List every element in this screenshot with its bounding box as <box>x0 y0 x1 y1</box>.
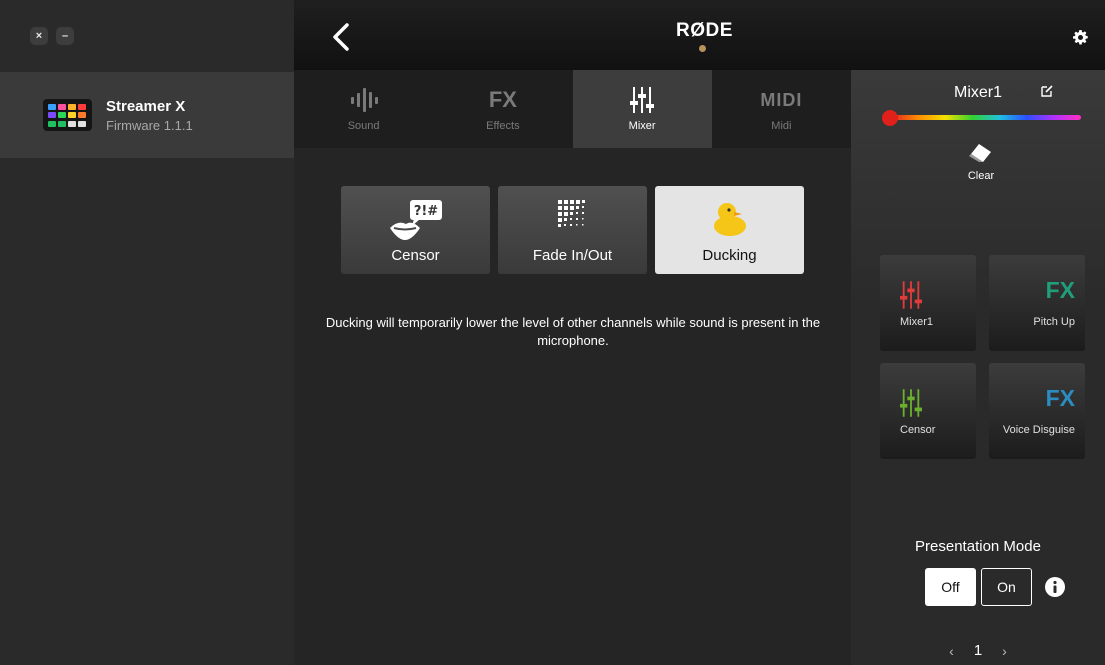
top-header: RØDE <box>294 0 1105 70</box>
edit-icon[interactable] <box>1040 84 1054 98</box>
rode-logo: RØDE <box>676 20 733 41</box>
fx-icon: FX <box>1045 277 1075 303</box>
fade-in-out-label: Fade In/Out <box>532 247 613 264</box>
fade-in-out-button[interactable]: Fade In/Out <box>498 186 647 274</box>
pad-name-title: Mixer1 <box>953 84 1002 101</box>
streamer-device-icon <box>43 99 92 131</box>
fx-icon: FX <box>488 87 517 112</box>
pad-censor[interactable]: Censor <box>880 363 976 459</box>
pad-voice-disguise[interactable]: FX Voice Disguise <box>989 363 1085 459</box>
tab-sound[interactable]: Sound <box>294 70 433 148</box>
minimize-window-button[interactable]: – <box>56 27 74 45</box>
color-slider-handle[interactable] <box>882 110 898 126</box>
presentation-mode-title: Presentation Mode <box>915 538 1041 555</box>
tab-midi-label: Midi <box>771 120 792 132</box>
logo-dot <box>699 45 706 52</box>
pad-config-panel: Mixer1 Clear Mixer1 FX Pitch Up Censor F… <box>851 70 1105 665</box>
mixer-effect-options: ?!# Censor Fade In/Out Ducking <box>341 186 804 274</box>
clear-label: Clear <box>967 170 995 182</box>
midi-icon: MIDI <box>760 89 803 110</box>
pad-pitch-up-label: Pitch Up <box>1033 316 1075 328</box>
back-chevron-icon[interactable] <box>329 22 353 52</box>
pad-voice-disguise-label: Voice Disguise <box>1002 424 1075 436</box>
device-firmware: Firmware 1.1.1 <box>106 117 193 133</box>
tab-effects-label: Effects <box>486 120 520 132</box>
gear-icon[interactable] <box>1073 30 1088 45</box>
prev-page-chevron-icon[interactable]: ‹ <box>949 643 954 659</box>
mixer-sliders-icon <box>630 87 655 113</box>
function-tabs: Sound FX Effects Mixer MIDI Midi <box>294 70 851 148</box>
pad-pitch-up[interactable]: FX Pitch Up <box>989 255 1085 351</box>
mixer-content: ?!# Censor Fade In/Out Ducking Ducking w… <box>294 148 851 665</box>
pad-pager: ‹ 1 › <box>851 642 1105 659</box>
pad-mixer1-label: Mixer1 <box>900 316 934 328</box>
mixer-sliders-icon <box>900 389 922 417</box>
tab-midi[interactable]: MIDI Midi <box>712 70 851 148</box>
censor-lips-icon: ?!# <box>389 200 442 240</box>
tab-mixer[interactable]: Mixer <box>572 70 712 148</box>
eraser-icon <box>969 144 991 162</box>
window-controls: × – <box>30 27 74 45</box>
device-sidebar: × – Streamer X Firmware 1.1.1 <box>0 0 294 665</box>
ducking-label: Ducking <box>702 247 757 264</box>
duck-icon <box>713 203 746 236</box>
effect-description: Ducking will temporarily lower the level… <box>325 315 821 348</box>
device-name: Streamer X <box>106 97 186 115</box>
censor-label: Censor <box>391 247 440 264</box>
clear-button[interactable]: Clear <box>963 142 999 182</box>
close-window-button[interactable]: × <box>30 27 48 45</box>
presentation-on-button[interactable]: On <box>981 568 1032 606</box>
censor-bubble-text: ?!# <box>413 204 437 219</box>
pad-censor-label: Censor <box>900 424 936 436</box>
next-page-chevron-icon[interactable]: › <box>1002 643 1007 659</box>
fade-dots-icon <box>557 200 585 227</box>
tab-mixer-label: Mixer <box>628 120 656 132</box>
tab-effects[interactable]: FX Effects <box>433 70 572 148</box>
presentation-mode-toggle: Off On <box>925 568 1065 606</box>
mixer-sliders-icon <box>900 281 922 309</box>
presentation-off-button[interactable]: Off <box>925 568 976 606</box>
pad-mixer1[interactable]: Mixer1 <box>880 255 976 351</box>
color-slider[interactable] <box>891 115 1081 120</box>
page-number: 1 <box>973 642 983 659</box>
censor-button[interactable]: ?!# Censor <box>341 186 490 274</box>
device-list-item[interactable]: Streamer X Firmware 1.1.1 <box>0 72 294 158</box>
sound-wave-icon <box>350 88 378 112</box>
fx-icon: FX <box>1045 385 1075 411</box>
pad-grid: Mixer1 FX Pitch Up Censor FX Voice Disgu… <box>880 255 1085 459</box>
ducking-button[interactable]: Ducking <box>655 186 804 274</box>
info-icon[interactable] <box>1045 577 1065 597</box>
tab-sound-label: Sound <box>347 120 380 132</box>
